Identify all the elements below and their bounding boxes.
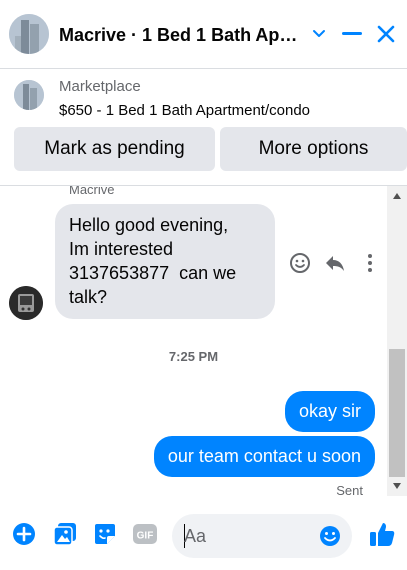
sticker-icon[interactable] [92, 521, 118, 547]
listing-avatar[interactable] [9, 14, 49, 54]
message-line: 3137653877 can we [69, 263, 237, 283]
scroll-up-icon[interactable] [387, 188, 407, 204]
message-line: Im interested [69, 239, 174, 259]
message-composer: GIF [0, 505, 407, 570]
gif-icon[interactable]: GIF [132, 521, 158, 547]
message-thread: Macrive Hello good evening, Im intereste… [0, 186, 407, 496]
outgoing-message[interactable]: okay sir [284, 391, 375, 432]
chat-title[interactable]: Macrive · 1 Bed 1 Bath Apa... [59, 25, 304, 46]
marketplace-label: Marketplace [59, 78, 141, 95]
react-emoji-icon[interactable] [287, 250, 313, 276]
minimize-icon[interactable] [338, 20, 366, 48]
thread-scrollbar[interactable] [387, 186, 407, 496]
message-input-box[interactable] [172, 514, 352, 558]
sender-name: Macrive [69, 186, 115, 197]
message-actions [287, 250, 383, 276]
incoming-message[interactable]: Hello good evening, Im interested 313765… [55, 204, 275, 319]
message-input[interactable] [184, 524, 314, 548]
header-divider [0, 68, 407, 69]
message-line: talk? [69, 287, 108, 307]
close-icon[interactable] [372, 20, 400, 48]
marketplace-card: Marketplace $650 - 1 Bed 1 Bath Apartmen… [0, 70, 407, 185]
more-options-button[interactable]: More options [220, 127, 407, 171]
chevron-down-icon[interactable] [305, 20, 333, 48]
gif-label: GIF [137, 531, 154, 542]
thumbs-up-icon[interactable] [367, 519, 397, 549]
chat-header: Macrive · 1 Bed 1 Bath Apa... [0, 0, 407, 68]
image-icon[interactable] [52, 521, 78, 547]
outgoing-message[interactable]: our team contact u soon [153, 436, 375, 477]
more-actions-icon[interactable] [357, 250, 383, 276]
plus-icon[interactable] [11, 521, 37, 547]
sent-status: Sent [336, 483, 363, 496]
emoji-icon[interactable] [319, 525, 341, 547]
mark-as-pending-button[interactable]: Mark as pending [14, 127, 215, 171]
listing-thumbnail[interactable] [14, 80, 44, 110]
scroll-down-icon[interactable] [387, 478, 407, 494]
listing-title[interactable]: $650 - 1 Bed 1 Bath Apartment/condo [59, 102, 310, 119]
message-timestamp: 7:25 PM [168, 349, 219, 364]
message-line: Hello good evening, [69, 215, 229, 235]
scroll-thumb[interactable] [389, 349, 405, 477]
sender-avatar[interactable] [9, 286, 43, 320]
reply-icon[interactable] [322, 250, 348, 276]
